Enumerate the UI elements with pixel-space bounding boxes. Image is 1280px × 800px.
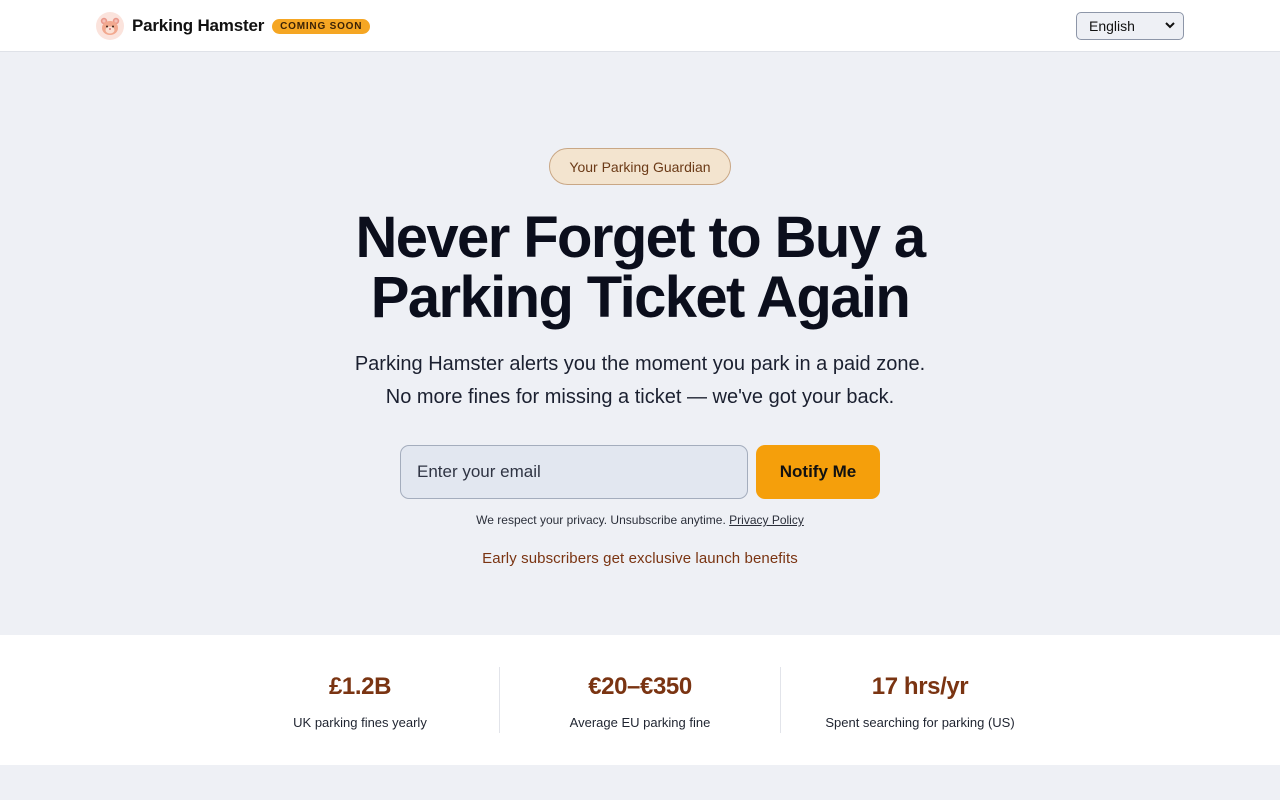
stat-label: Average EU parking fine bbox=[569, 715, 711, 730]
stat-value: 17 hrs/yr bbox=[871, 673, 969, 700]
privacy-note: We respect your privacy. Unsubscribe any… bbox=[340, 513, 940, 527]
privacy-text: We respect your privacy. Unsubscribe any… bbox=[476, 513, 726, 527]
top-navigation-bar: Parking Hamster COMING SOON English bbox=[0, 0, 1280, 52]
headline-line-2: Parking Ticket Again bbox=[370, 265, 911, 330]
page-headline: Never Forget to Buy a Parking Ticket Aga… bbox=[240, 208, 1040, 328]
stat-eu-fine: €20–€350 Average EU parking fine bbox=[500, 635, 780, 765]
stat-value: £1.2B bbox=[328, 673, 392, 700]
stats-section: £1.2B UK parking fines yearly €20–€350 A… bbox=[0, 635, 1280, 765]
hero-subtitle: Parking Hamster alerts you the moment yo… bbox=[290, 348, 990, 414]
language-selected-value: English bbox=[1089, 18, 1135, 34]
headline-line-1: Never Forget to Buy a bbox=[355, 205, 926, 270]
hamster-icon bbox=[96, 12, 124, 40]
brand-name: Parking Hamster bbox=[132, 16, 265, 35]
hero-section: Your Parking Guardian Never Forget to Bu… bbox=[0, 52, 1280, 634]
stat-uk-fines: £1.2B UK parking fines yearly bbox=[220, 635, 500, 765]
stat-label: Spent searching for parking (US) bbox=[825, 715, 1015, 730]
early-subscriber-note: Early subscribers get exclusive launch b… bbox=[482, 550, 798, 567]
subtitle-line-2: No more fines for missing a ticket — we'… bbox=[385, 386, 895, 408]
stat-label: UK parking fines yearly bbox=[293, 715, 427, 730]
next-section-strip bbox=[0, 765, 1280, 800]
email-input[interactable] bbox=[400, 445, 748, 499]
stat-search-time: 17 hrs/yr Spent searching for parking (U… bbox=[780, 635, 1060, 765]
tagline-pill: Your Parking Guardian bbox=[549, 148, 731, 185]
chevron-down-icon bbox=[1165, 22, 1175, 29]
brand[interactable]: Parking Hamster COMING SOON bbox=[96, 12, 371, 40]
privacy-policy-link[interactable]: Privacy Policy bbox=[729, 513, 804, 527]
language-select[interactable]: English bbox=[1076, 12, 1184, 40]
stat-value: €20–€350 bbox=[588, 673, 692, 700]
notify-me-button[interactable]: Notify Me bbox=[756, 445, 880, 499]
coming-soon-badge: COMING SOON bbox=[272, 18, 371, 34]
subtitle-line-1: Parking Hamster alerts you the moment yo… bbox=[354, 353, 926, 375]
